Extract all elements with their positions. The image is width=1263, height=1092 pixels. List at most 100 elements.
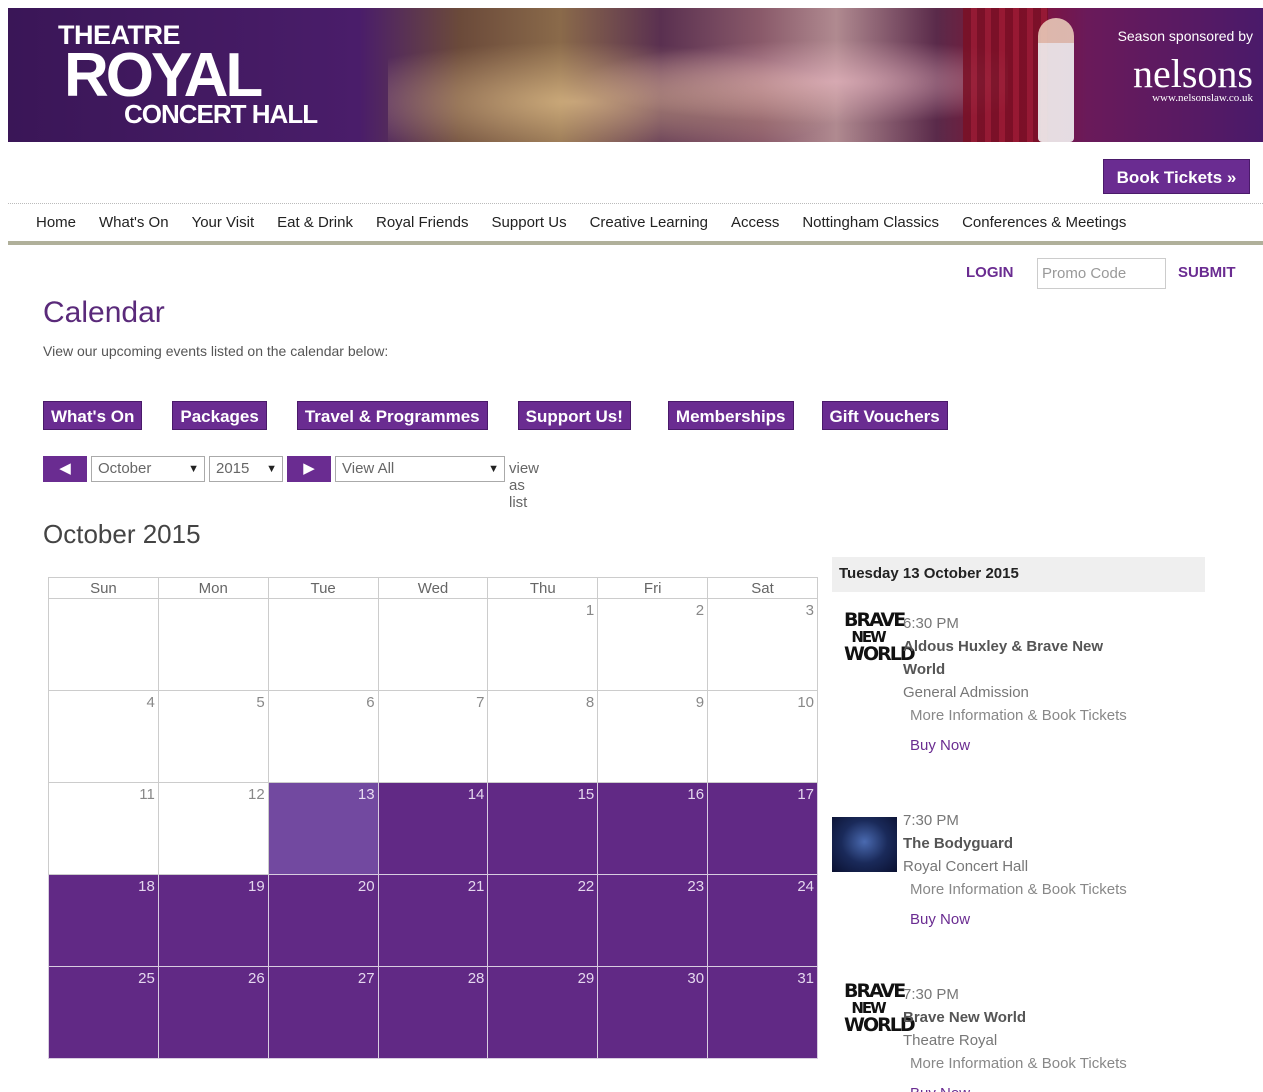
promo-code-input[interactable]: Promo Code	[1037, 258, 1166, 289]
site-logo[interactable]: THEATRE ROYAL CONCERT HALL	[58, 22, 318, 128]
weekday-header: Fri	[597, 577, 709, 599]
year-select-value: 2015	[216, 460, 250, 477]
day-events-panel: Tuesday 13 October 2015 BRAVE NEW WORLD 6:…	[832, 557, 1205, 1092]
calendar-day-cell[interactable]: 28	[377, 966, 489, 1059]
month-select-value: October	[98, 460, 152, 477]
calendar-day-cell: 2	[597, 598, 709, 691]
calendar-day-cell: 8	[487, 690, 599, 783]
calendar-day-cell: 11	[48, 782, 159, 875]
event-thumbnail[interactable]	[832, 817, 897, 872]
event-time: 7:30 PM	[903, 986, 959, 1003]
sponsor-label: Season sponsored by	[1117, 28, 1253, 44]
more-info-link[interactable]: More Information & Book Tickets	[903, 704, 1133, 727]
performer-image	[1038, 18, 1074, 142]
calendar-day-cell[interactable]: 18	[48, 874, 159, 967]
nav-item[interactable]: Access	[731, 204, 779, 242]
sponsor-block[interactable]: Season sponsored by nelsons www.nelsonsl…	[1093, 28, 1253, 104]
calendar-day-cell[interactable]: 16	[597, 782, 709, 875]
more-info-link[interactable]: More Information & Book Tickets	[903, 1052, 1133, 1075]
calendar-day-cell[interactable]: 25	[48, 966, 159, 1059]
page-subtitle: View our upcoming events listed on the c…	[43, 343, 389, 359]
nav-item[interactable]: What's On	[99, 204, 169, 242]
nav-item[interactable]: Nottingham Classics	[802, 204, 939, 242]
event-details: 6:30 PM Aldous Huxley & Brave New World …	[903, 612, 1133, 757]
chevron-down-icon: ▼	[188, 463, 199, 475]
nav-item[interactable]: Your Visit	[192, 204, 255, 242]
buy-now-link[interactable]: Buy Now	[903, 734, 1133, 757]
calendar-empty-cell	[157, 598, 269, 691]
calendar-month-title: October 2015	[43, 519, 201, 549]
calendar-day-cell[interactable]: 17	[707, 782, 818, 875]
category-button[interactable]: Memberships	[667, 401, 794, 430]
calendar-day-cell: 10	[707, 690, 818, 783]
event-venue: Theatre Royal	[903, 1032, 998, 1049]
calendar-week-row: 18 19 20 21 22 23 24	[48, 874, 818, 967]
event-filter-select[interactable]: View All ▼	[335, 456, 505, 482]
calendar-day-cell: 9	[597, 690, 709, 783]
auditorium-image	[388, 8, 1008, 142]
view-as-list-link[interactable]: view as list	[509, 460, 539, 511]
nav-item[interactable]: Support Us	[492, 204, 567, 242]
next-month-button[interactable]: ▶	[287, 456, 331, 482]
event-thumbnail[interactable]: BRAVE NEW WORLD	[844, 980, 916, 1041]
category-buttons: What's On Packages Travel & Programmes Supp…	[43, 401, 948, 430]
calendar-day-cell[interactable]: 30	[597, 966, 709, 1059]
month-select[interactable]: October ▼	[91, 456, 205, 482]
category-button[interactable]: What's On	[43, 401, 143, 430]
calendar-day-cell[interactable]: 14	[377, 782, 489, 875]
buy-now-link[interactable]: Buy Now	[903, 908, 1133, 931]
login-link[interactable]: LOGIN	[966, 264, 1014, 281]
selected-date-heading: Tuesday 13 October 2015	[832, 557, 1205, 592]
calendar-day-cell[interactable]: 31	[707, 966, 818, 1059]
calendar-week-row: 11 12 13 14 15 16 17	[48, 782, 818, 875]
year-select[interactable]: 2015 ▼	[209, 456, 283, 482]
event-time: 7:30 PM	[903, 812, 959, 829]
weekday-header: Sun	[48, 577, 159, 599]
weekday-header: Mon	[157, 577, 269, 599]
calendar-day-cell[interactable]: 29	[487, 966, 599, 1059]
nav-item[interactable]: Home	[36, 204, 76, 242]
calendar-day-cell[interactable]: 21	[377, 874, 489, 967]
book-tickets-button[interactable]: Book Tickets »	[1103, 159, 1250, 194]
nav-item[interactable]: Eat & Drink	[277, 204, 353, 242]
nav-item[interactable]: Royal Friends	[376, 204, 469, 242]
calendar-day-cell[interactable]: 22	[487, 874, 599, 967]
calendar-day-cell[interactable]: 15	[487, 782, 599, 875]
buy-now-link[interactable]: Buy Now	[903, 1082, 1133, 1092]
thumbnail-text: BRAVE	[844, 609, 906, 631]
calendar-day-cell[interactable]: 26	[157, 966, 269, 1059]
calendar-day-cell[interactable]: 23	[597, 874, 709, 967]
event-thumbnail[interactable]: BRAVE NEW WORLD	[844, 609, 916, 670]
nav-item[interactable]: Conferences & Meetings	[962, 204, 1126, 242]
sponsor-url: www.nelsonslaw.co.uk	[1152, 92, 1253, 104]
curtain-image	[963, 8, 1048, 142]
event-venue: Royal Concert Hall	[903, 858, 1029, 875]
nav-item[interactable]: Creative Learning	[590, 204, 708, 242]
category-button[interactable]: Support Us!	[517, 401, 631, 430]
event-details: 7:30 PM The Bodyguard Royal Concert Hall…	[903, 809, 1133, 931]
calendar-day-cell[interactable]: 19	[157, 874, 269, 967]
category-button[interactable]: Travel & Programmes	[296, 401, 488, 430]
weekday-header: Sat	[707, 577, 818, 599]
category-button[interactable]: Packages	[172, 401, 267, 430]
calendar-day-cell[interactable]: 13	[267, 782, 379, 875]
sponsor-name: nelsons	[1133, 51, 1253, 96]
more-info-link[interactable]: More Information & Book Tickets	[903, 878, 1133, 901]
event-title[interactable]: The Bodyguard	[903, 832, 1133, 855]
calendar-empty-cell	[48, 598, 159, 691]
calendar-day-cell: 7	[377, 690, 489, 783]
calendar-day-cell[interactable]: 27	[267, 966, 379, 1059]
event-title[interactable]: Brave New World	[903, 1006, 1133, 1029]
calendar-empty-cell	[377, 598, 489, 691]
thumbnail-text: BRAVE	[844, 980, 906, 1002]
submit-button[interactable]: SUBMIT	[1178, 264, 1236, 281]
calendar-day-cell: 4	[48, 690, 159, 783]
calendar-day-cell: 1	[487, 598, 599, 691]
calendar-day-cell[interactable]: 24	[707, 874, 818, 967]
logo-line-2: ROYAL	[64, 41, 263, 110]
category-button[interactable]: Gift Vouchers	[821, 401, 948, 430]
event-title[interactable]: Aldous Huxley & Brave New World	[903, 635, 1133, 681]
calendar-day-cell[interactable]: 20	[267, 874, 379, 967]
prev-month-button[interactable]: ◀	[43, 456, 87, 482]
main-nav: Home What's On Your Visit Eat & Drink Royal …	[8, 203, 1263, 245]
